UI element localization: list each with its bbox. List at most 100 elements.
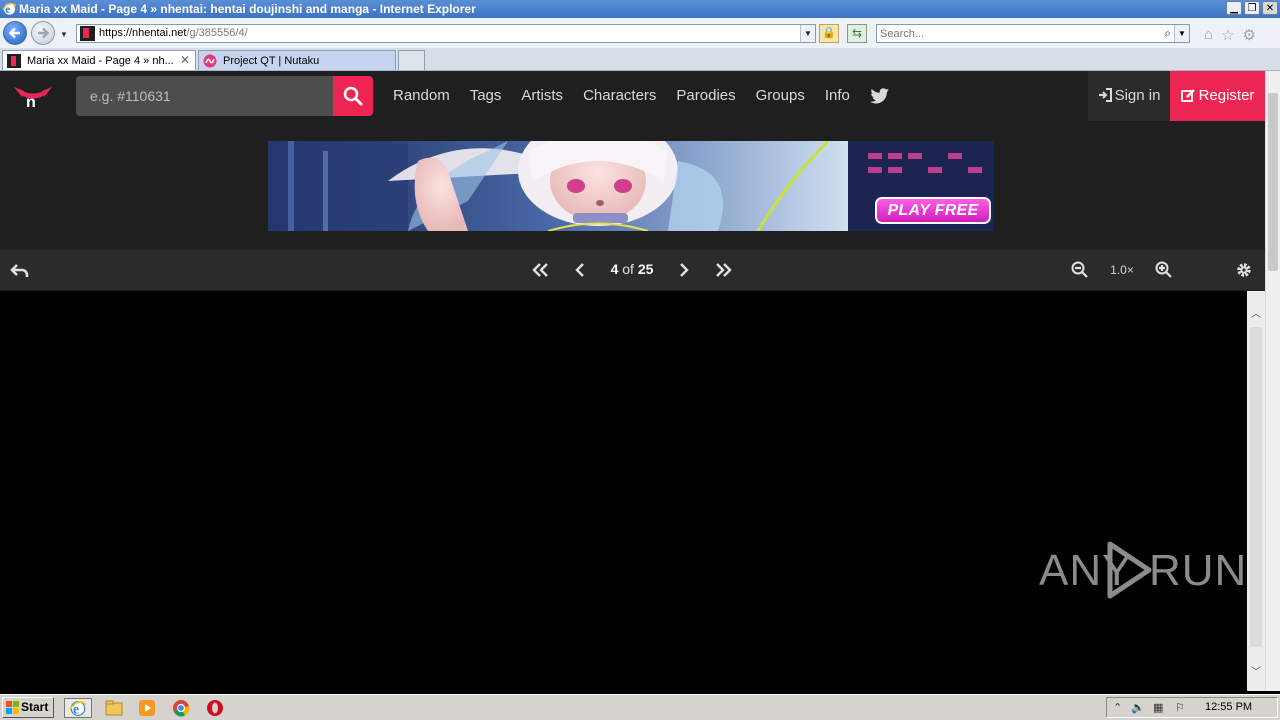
- edit-pencil-icon: [1180, 89, 1195, 102]
- back-button[interactable]: [3, 21, 27, 45]
- scrollbar-thumb[interactable]: [1250, 327, 1262, 647]
- play-free-button[interactable]: PLAY FREE: [875, 197, 991, 224]
- favorites-star-icon[interactable]: ☆: [1221, 26, 1234, 44]
- url-host: https://nhentai.net: [99, 27, 187, 39]
- minimize-button[interactable]: ▁: [1226, 1, 1242, 15]
- nhentai-favicon-icon: [7, 54, 21, 68]
- sign-in-button[interactable]: Sign in: [1088, 71, 1170, 121]
- media-player-icon[interactable]: [137, 698, 157, 718]
- scroll-down-icon[interactable]: ﹀: [1251, 663, 1261, 678]
- page-separator: of: [622, 261, 634, 277]
- taskbar-clock[interactable]: 12:55 PM: [1205, 701, 1252, 713]
- next-page-icon[interactable]: [674, 260, 694, 280]
- reader-toolbar: 4 of 25 1.0×: [0, 250, 1265, 290]
- ie-logo-icon: e: [2, 2, 17, 16]
- menu-groups[interactable]: Groups: [746, 71, 815, 121]
- page-counter: 4 of 25: [600, 261, 664, 277]
- start-button[interactable]: Start: [2, 697, 54, 718]
- current-page: 4: [610, 261, 619, 277]
- forward-button[interactable]: [31, 21, 55, 45]
- menu-random[interactable]: Random: [383, 71, 460, 121]
- scrollbar-thumb[interactable]: [1268, 93, 1278, 271]
- search-icon[interactable]: ⌕: [1164, 26, 1171, 41]
- chrome-icon[interactable]: [171, 698, 191, 718]
- search-icon: [343, 86, 363, 106]
- new-tab-button[interactable]: [398, 50, 425, 70]
- address-dropdown-icon[interactable]: ▼: [800, 25, 815, 42]
- total-pages: 25: [637, 261, 654, 277]
- previous-page-icon[interactable]: [570, 260, 590, 280]
- tab-label: Project QT | Nutaku: [223, 55, 320, 67]
- play-triangle-icon: [1107, 541, 1152, 599]
- taskbar-ie[interactable]: e: [64, 698, 92, 718]
- register-button[interactable]: Register: [1170, 71, 1265, 121]
- browser-toolbar-icons: ⌂ ☆ ⚙: [1204, 26, 1256, 44]
- close-window-button[interactable]: ✕: [1262, 1, 1278, 15]
- menu-info[interactable]: Info: [815, 71, 860, 121]
- system-tray: ⌃ 🔈 ▦ ⚐ 12:55 PM: [1106, 697, 1278, 718]
- action-center-flag-icon[interactable]: ⚐: [1175, 701, 1185, 714]
- nhentai-logo-icon[interactable]: n: [12, 83, 54, 109]
- register-label: Register: [1198, 87, 1255, 104]
- window-controls: ▁ ❐ ✕: [1226, 1, 1278, 15]
- first-page-icon[interactable]: [530, 260, 550, 280]
- forward-arrow-icon: [38, 27, 50, 39]
- page-image-area[interactable]: [0, 291, 1247, 691]
- site-search-button[interactable]: [333, 76, 373, 116]
- sign-in-label: Sign in: [1114, 87, 1161, 104]
- search-provider-dropdown-icon[interactable]: ▼: [1174, 25, 1189, 42]
- tools-gear-icon[interactable]: ⚙: [1243, 26, 1256, 44]
- windows-flag-icon: [6, 701, 19, 714]
- watermark-right: RUN: [1149, 546, 1248, 595]
- menu-parodies[interactable]: Parodies: [666, 71, 745, 121]
- tab-bar: Maria xx Maid - Page 4 » nh... ✕ Project…: [0, 48, 1280, 71]
- menu-characters[interactable]: Characters: [573, 71, 666, 121]
- site-search-input[interactable]: [76, 76, 333, 116]
- restore-button[interactable]: ❐: [1244, 1, 1260, 15]
- menu-artists[interactable]: Artists: [511, 71, 573, 121]
- site-favicon-icon: [80, 26, 95, 41]
- show-hidden-icons-icon[interactable]: ⌃: [1113, 701, 1122, 714]
- nutaku-favicon-icon: [203, 54, 217, 68]
- twitter-link[interactable]: [860, 71, 900, 121]
- zoom-level: 1.0×: [1110, 263, 1134, 277]
- start-label: Start: [21, 700, 49, 714]
- reader-scrollbar[interactable]: ︿ ﹀: [1247, 291, 1265, 691]
- close-tab-icon[interactable]: ✕: [180, 53, 190, 67]
- internet-explorer-icon: e: [69, 701, 87, 717]
- last-page-icon[interactable]: [714, 260, 734, 280]
- tab-nhentai[interactable]: Maria xx Maid - Page 4 » nh... ✕: [2, 50, 196, 70]
- tab-nutaku[interactable]: Project QT | Nutaku: [198, 50, 396, 70]
- zoom-in-icon[interactable]: [1154, 260, 1174, 280]
- window-titlebar: e Maria xx Maid - Page 4 » nhentai: hent…: [0, 0, 1280, 18]
- browser-search-input[interactable]: [880, 26, 1150, 41]
- site-navbar: n Random Tags Artists Characters Parodie…: [0, 71, 1265, 121]
- opera-icon[interactable]: [205, 698, 225, 718]
- svg-text:n: n: [26, 94, 36, 109]
- tab-label: Maria xx Maid - Page 4 » nh...: [27, 55, 173, 67]
- menu-tags[interactable]: Tags: [460, 71, 512, 121]
- scroll-up-icon[interactable]: ︿: [1251, 305, 1261, 320]
- site-menu: Random Tags Artists Characters Parodies …: [383, 71, 900, 121]
- home-icon[interactable]: ⌂: [1204, 26, 1213, 44]
- volume-icon[interactable]: 🔈: [1131, 701, 1145, 714]
- zoom-out-icon[interactable]: [1070, 260, 1090, 280]
- window-title: Maria xx Maid - Page 4 » nhentai: hentai…: [19, 2, 476, 16]
- recent-pages-dropdown-icon[interactable]: ▼: [60, 30, 68, 39]
- security-lock-icon[interactable]: 🔒: [819, 24, 839, 43]
- back-arrow-icon: [8, 27, 20, 39]
- back-to-gallery-icon[interactable]: [10, 260, 30, 280]
- ad-banner[interactable]: PLAY FREE: [268, 141, 994, 231]
- file-explorer-icon[interactable]: [104, 698, 124, 718]
- network-icon[interactable]: ▦: [1153, 701, 1163, 714]
- page-scrollbar[interactable]: ︿: [1265, 71, 1280, 691]
- address-bar[interactable]: https://nhentai.net/g/385556/4/ ▼: [76, 24, 816, 43]
- windows-taskbar: Start e ⌃ 🔈 ▦ ⚐ 12:55 PM: [0, 694, 1280, 720]
- sign-in-icon: [1098, 88, 1112, 102]
- address-url[interactable]: https://nhentai.net/g/385556/4/: [99, 27, 248, 39]
- settings-gear-icon[interactable]: [1234, 260, 1254, 280]
- browser-search-box[interactable]: ⌕ ▼: [876, 24, 1190, 43]
- twitter-bird-icon: [869, 87, 890, 103]
- url-path: /g/385556/4/: [186, 27, 248, 39]
- refresh-icon[interactable]: ⇆: [847, 24, 867, 43]
